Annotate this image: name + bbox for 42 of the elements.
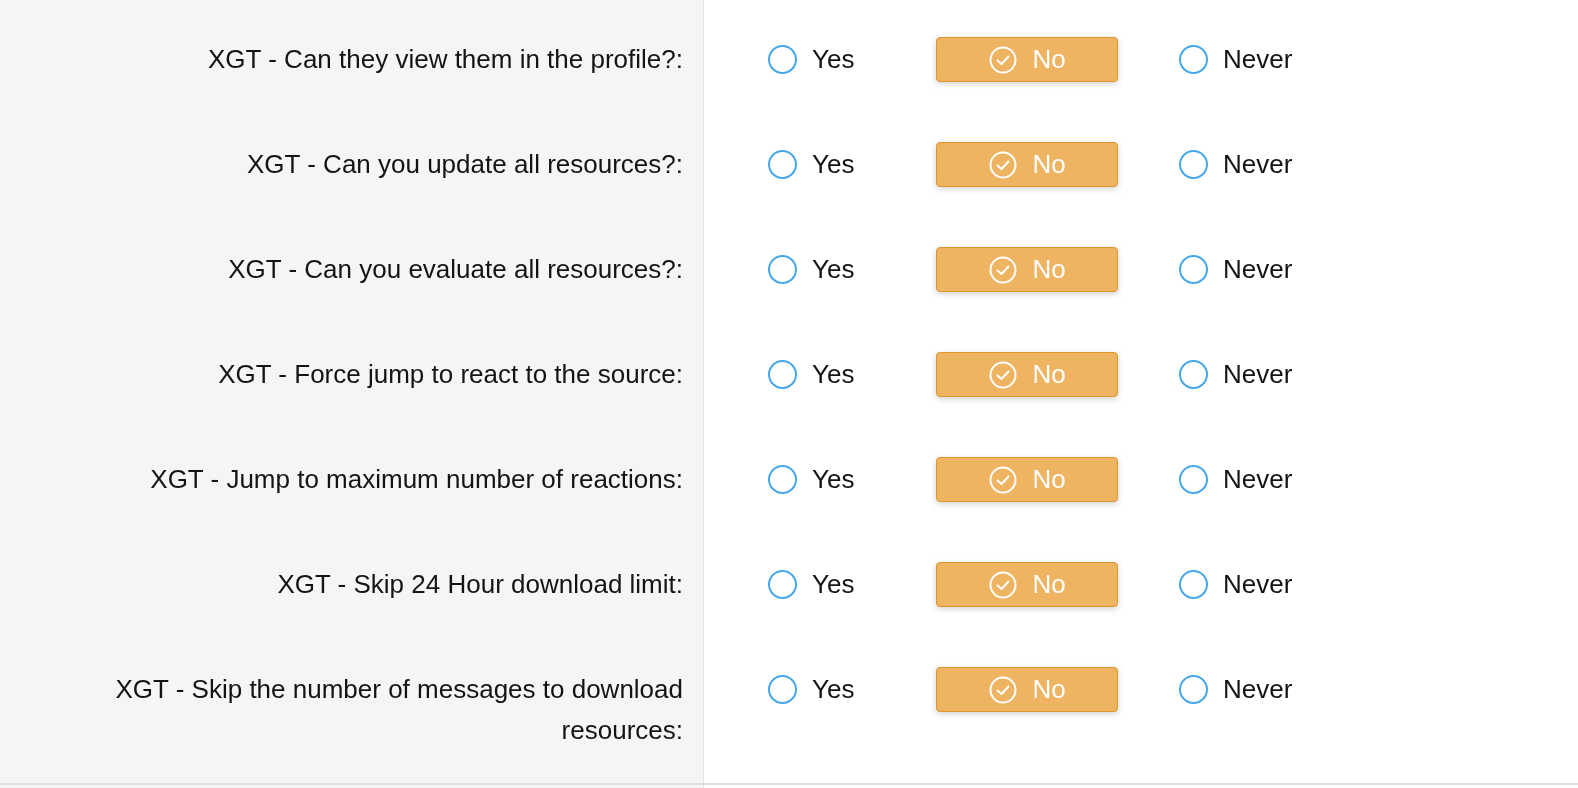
radio-option[interactable]: Never bbox=[1179, 44, 1293, 75]
radio-button[interactable] bbox=[768, 570, 797, 599]
check-circle-icon bbox=[988, 359, 1019, 390]
setting-label: XGT - Skip 24 Hour download limit: bbox=[277, 569, 683, 599]
radio-button[interactable] bbox=[768, 255, 797, 284]
radio-button[interactable] bbox=[1179, 45, 1208, 74]
radio-button[interactable] bbox=[768, 360, 797, 389]
setting-label: XGT - Skip the number of messages to download resources: bbox=[115, 674, 683, 745]
setting-label: XGT - Force jump to react to the source: bbox=[218, 359, 683, 389]
radio-option[interactable]: Yes bbox=[768, 359, 855, 390]
radio-button[interactable] bbox=[768, 675, 797, 704]
setting-label: XGT - Can they view them in the profile?: bbox=[208, 44, 683, 74]
radio-option[interactable]: Never bbox=[1179, 254, 1293, 285]
radio-button[interactable] bbox=[768, 45, 797, 74]
radio-option[interactable]: Never bbox=[1179, 569, 1293, 600]
radio-button[interactable] bbox=[1179, 570, 1208, 599]
radio-option[interactable]: Never bbox=[1179, 149, 1293, 180]
check-circle-icon bbox=[988, 254, 1019, 285]
radio-option[interactable]: Yes bbox=[768, 254, 855, 285]
setting-label: XGT - Jump to maximum number of reactions: bbox=[150, 464, 683, 494]
radio-option[interactable]: Yes bbox=[768, 464, 855, 495]
check-circle-icon bbox=[988, 569, 1019, 600]
radio-option[interactable]: Yes bbox=[768, 569, 855, 600]
radio-option[interactable]: Never bbox=[1179, 464, 1293, 495]
check-circle-icon bbox=[988, 464, 1019, 495]
radio-button[interactable] bbox=[768, 465, 797, 494]
radio-button[interactable] bbox=[768, 150, 797, 179]
check-circle-icon bbox=[988, 44, 1019, 75]
radio-option[interactable]: Yes bbox=[768, 149, 855, 180]
radio-option[interactable]: Yes bbox=[768, 674, 855, 705]
radio-button[interactable] bbox=[1179, 360, 1208, 389]
radio-button[interactable] bbox=[1179, 255, 1208, 284]
radio-option[interactable]: Yes bbox=[768, 44, 855, 75]
radio-option[interactable]: Never bbox=[1179, 359, 1293, 390]
radio-option[interactable]: Never bbox=[1179, 674, 1293, 705]
setting-label: XGT - Can you evaluate all resources?: bbox=[228, 254, 683, 284]
check-circle-icon bbox=[988, 674, 1019, 705]
check-circle-icon bbox=[988, 149, 1019, 180]
radio-button[interactable] bbox=[1179, 675, 1208, 704]
setting-label: XGT - Can you update all resources?: bbox=[247, 149, 683, 179]
radio-button[interactable] bbox=[1179, 465, 1208, 494]
radio-button[interactable] bbox=[1179, 150, 1208, 179]
